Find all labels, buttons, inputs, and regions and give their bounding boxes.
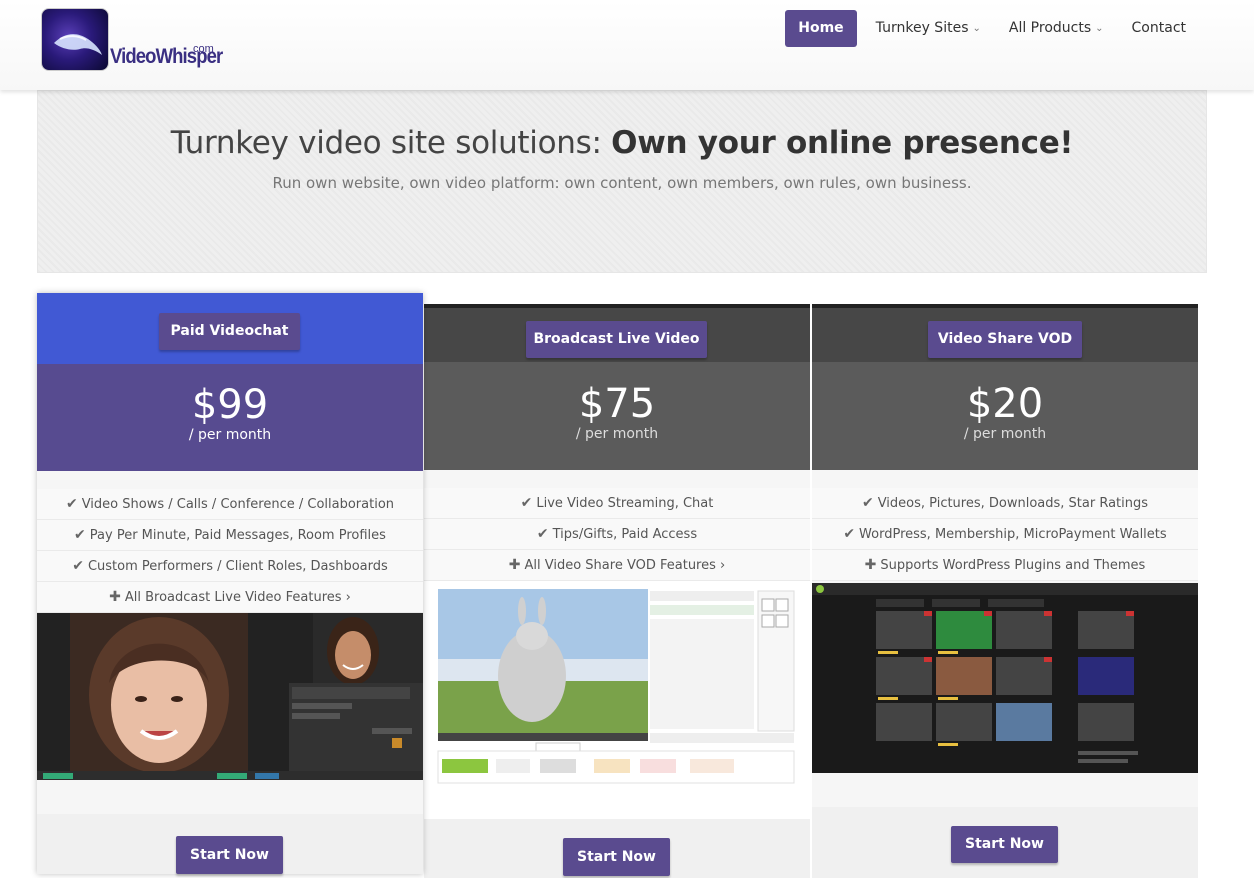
feature-item: ✔ Videos, Pictures, Downloads, Star Ratin… (812, 488, 1198, 519)
nav-contact-label: Contact (1131, 20, 1186, 36)
feature-item: ✔ Tips/Gifts, Paid Access (424, 519, 810, 550)
feature-text: Live Video Streaming, Chat (536, 496, 714, 511)
plan-button-broadcast-live-video[interactable]: Broadcast Live Video (526, 321, 707, 358)
start-now-label: Start Now (577, 849, 656, 865)
chevron-down-icon: ⌄ (1095, 23, 1104, 34)
feature-text: Custom Performers / Client Roles, Dashbo… (87, 559, 388, 574)
plan-period: / per month (575, 426, 659, 442)
check-icon: ✔ (536, 526, 549, 542)
logo-icon (41, 8, 109, 71)
hero-title-bold: Own your online presence! (611, 125, 1074, 161)
site-header: VideoWhisper com Home Turnkey Sites ⌄ All… (0, 0, 1254, 90)
pricing-column-broadcast-live-video: Broadcast Live Video $75 / per month ✔ Li… (424, 304, 810, 878)
hero-title-light: Turnkey video site solutions: (170, 125, 612, 161)
product-screenshot-broadcast (424, 581, 810, 819)
chevron-down-icon: ⌄ (972, 23, 981, 34)
feature-text: Tips/Gifts, Paid Access (552, 527, 698, 542)
feature-link-text: All Video Share VOD Features › (524, 558, 726, 573)
start-now-label: Start Now (965, 836, 1044, 852)
nav-all-products-label: All Products (1008, 20, 1092, 36)
hero-banner: Turnkey video site solutions: Own your o… (37, 90, 1207, 273)
nav-contact[interactable]: Contact (1118, 10, 1200, 47)
feature-link[interactable]: ✚ All Video Share VOD Features › (424, 550, 810, 581)
check-icon: ✔ (520, 495, 533, 511)
feature-link-text: All Broadcast Live Video Features › (124, 590, 351, 605)
price-band: $20 / per month (812, 362, 1198, 470)
plan-name: Paid Videochat (170, 323, 289, 339)
plan-button-video-share-vod[interactable]: Video Share VOD (928, 321, 1082, 358)
check-icon: ✔ (72, 558, 84, 574)
hero-subtitle: Run own website, own video platform: own… (272, 174, 972, 192)
feature-text: Supports WordPress Plugins and Themes (880, 558, 1146, 573)
feature-text: Pay Per Minute, Paid Messages, Room Prof… (89, 528, 386, 543)
product-screenshot-videochat (37, 613, 423, 780)
check-icon: ✔ (861, 495, 874, 511)
nav-all-products[interactable]: All Products ⌄ (995, 10, 1118, 47)
plan-period: / per month (963, 426, 1047, 442)
nav-home-label: Home (798, 20, 844, 36)
feature-text: Videos, Pictures, Downloads, Star Rating… (877, 496, 1149, 511)
check-icon: ✔ (65, 496, 78, 512)
feature-item: ✚ Supports WordPress Plugins and Themes (812, 550, 1198, 581)
site-logo[interactable]: VideoWhisper com (41, 8, 223, 74)
feature-item: ✔ Video Shows / Calls / Conference / Coll… (37, 489, 423, 520)
feature-item: ✔ Pay Per Minute, Paid Messages, Room Pro… (37, 520, 423, 551)
feature-text: WordPress, Membership, MicroPayment Wall… (859, 527, 1167, 542)
logo-com-text: com (193, 43, 214, 55)
plus-icon: ✚ (864, 557, 877, 573)
check-icon: ✔ (74, 527, 86, 543)
check-icon: ✔ (843, 526, 856, 542)
nav-turnkey-sites-label: Turnkey Sites (875, 20, 969, 36)
price-band: $75 / per month (424, 362, 810, 470)
plus-icon: ✚ (508, 557, 521, 573)
main-nav: Home Turnkey Sites ⌄ All Products ⌄ Contac… (785, 10, 1200, 47)
plan-button-paid-videochat[interactable]: Paid Videochat (159, 313, 300, 350)
price-band: $99 / per month (37, 364, 423, 471)
hero-title: Turnkey video site solutions: Own your o… (38, 125, 1206, 161)
plus-icon: ✚ (109, 589, 121, 605)
plan-period: / per month (188, 427, 272, 443)
feature-item: ✔ WordPress, Membership, MicroPayment Wal… (812, 519, 1198, 550)
start-now-button[interactable]: Start Now (563, 838, 670, 876)
plan-name: Broadcast Live Video (533, 331, 700, 347)
start-now-label: Start Now (190, 847, 269, 863)
product-screenshot-video-share (812, 583, 1198, 773)
pricing-column-paid-videochat: Paid Videochat $99 / per month ✔ Video Sh… (37, 293, 423, 874)
feature-item: ✔ Live Video Streaming, Chat (424, 488, 810, 519)
plan-name: Video Share VOD (937, 331, 1073, 347)
feature-text: Video Shows / Calls / Conference / Colla… (81, 497, 395, 512)
nav-home[interactable]: Home (785, 10, 857, 47)
plan-price: $75 (578, 381, 656, 427)
plan-price: $20 (966, 381, 1044, 427)
start-now-button[interactable]: Start Now (951, 826, 1058, 863)
start-now-button[interactable]: Start Now (176, 836, 283, 874)
pricing-column-video-share-vod: Video Share VOD $20 / per month ✔ Videos,… (812, 304, 1198, 878)
nav-turnkey-sites[interactable]: Turnkey Sites ⌄ (862, 10, 995, 47)
feature-item: ✔ Custom Performers / Client Roles, Dashb… (37, 551, 423, 582)
feature-link[interactable]: ✚ All Broadcast Live Video Features › (37, 582, 423, 613)
plan-price: $99 (191, 382, 269, 428)
